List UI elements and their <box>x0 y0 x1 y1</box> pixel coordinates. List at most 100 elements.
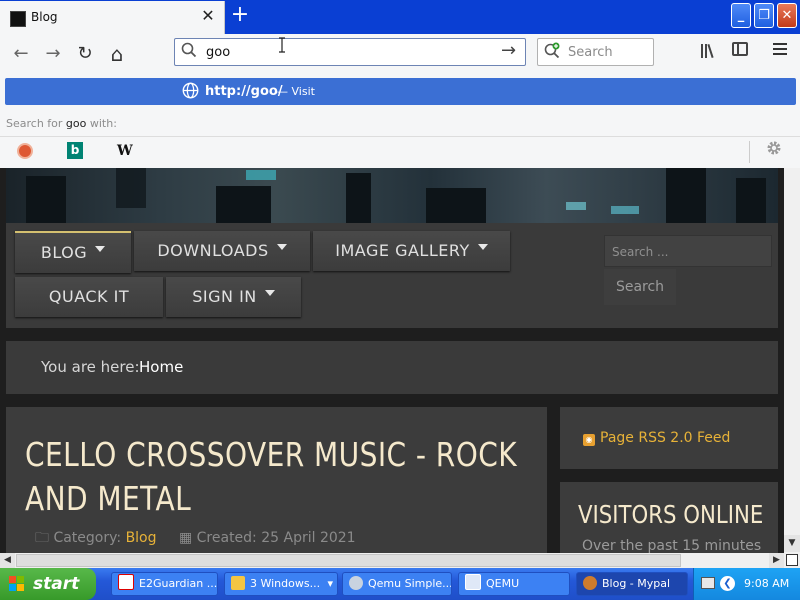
rss-feed-link[interactable]: Page RSS 2.0 Feed <box>600 430 730 446</box>
menu-item-label: DOWNLOADS <box>157 241 269 260</box>
article-title[interactable]: CELLO CROSSOVER MUSIC - ROCK AND METAL <box>25 433 535 521</box>
close-window-button[interactable]: ✕ <box>777 3 797 28</box>
search-input[interactable]: Search <box>568 45 613 60</box>
scrollbar-corner <box>784 553 800 568</box>
header-banner-image <box>6 168 778 223</box>
breadcrumb: You are here: Home <box>6 341 778 394</box>
tab-strip: Blog ✕ + _ ❐ ✕ <box>0 0 800 35</box>
search-for-row: Search for goo with: <box>0 114 800 136</box>
visitors-module: VISITORS ONLINE Over the past 15 minutes <box>560 482 778 553</box>
search-for-suffix: with: <box>89 117 117 130</box>
suggestion-action: — Visit <box>277 85 315 98</box>
taskbar-item-qemu[interactable]: QEMU <box>458 572 570 596</box>
system-tray: ❮ 9:08 AM <box>693 568 800 600</box>
dropdown-caret-icon <box>95 246 106 252</box>
scroll-right-arrow-icon[interactable]: ▶ <box>769 553 784 568</box>
scroll-left-arrow-icon[interactable]: ◀ <box>0 553 15 568</box>
taskbar-item-blog-mypal[interactable]: Blog - Mypal <box>576 572 688 596</box>
menu-item-quack-it[interactable]: QUACK IT <box>15 277 163 317</box>
rss-module: ◉ Page RSS 2.0 Feed <box>560 407 778 469</box>
task-label: QEMU <box>486 577 520 590</box>
url-bar[interactable]: goo → <box>174 38 526 66</box>
menu-item-image-gallery[interactable]: IMAGE GALLERY <box>313 231 510 271</box>
mypal-icon <box>583 576 597 590</box>
suggestion-visit-label: Visit <box>291 85 315 98</box>
vertical-scrollbar[interactable]: ▼ <box>784 168 800 553</box>
search-for-term: goo <box>65 117 87 130</box>
wikipedia-icon[interactable]: W <box>117 143 133 159</box>
bing-icon[interactable]: b <box>67 142 83 159</box>
duckduckgo-icon[interactable] <box>17 143 33 159</box>
library-icon[interactable] <box>700 43 718 59</box>
menu-item-label: SIGN IN <box>192 287 257 306</box>
dropdown-caret-icon <box>264 290 275 296</box>
taskbar-item-e2guardian[interactable]: E2Guardian ... <box>111 572 218 596</box>
close-tab-icon[interactable]: ✕ <box>199 5 217 27</box>
search-for-prefix: Search for <box>6 117 63 130</box>
suggestion-url: http://goo/ <box>205 84 283 99</box>
task-label: E2Guardian ... <box>139 577 218 590</box>
hamburger-menu-icon[interactable] <box>772 41 788 57</box>
task-label: Qemu Simple... <box>368 577 452 590</box>
clock[interactable]: 9:08 AM <box>744 577 789 590</box>
menu-item-sign-in[interactable]: SIGN IN <box>166 277 301 317</box>
maximize-button[interactable]: ❐ <box>754 3 774 28</box>
search-engine-icon[interactable] <box>544 42 560 58</box>
home-icon[interactable]: ⌂ <box>104 42 130 66</box>
folder-icon: 🗀 <box>35 530 49 546</box>
windows-flag-icon <box>9 576 24 591</box>
scroll-thumb[interactable] <box>16 554 681 567</box>
gear-icon[interactable] <box>765 139 783 157</box>
visitors-subtitle: Over the past 15 minutes <box>582 538 762 553</box>
dropdown-caret-icon <box>276 244 287 250</box>
web-page: BLOG DOWNLOADS IMAGE GALLERY QUACK IT SI… <box>0 168 784 553</box>
search-bar[interactable]: Search <box>537 38 654 66</box>
article-card: CELLO CROSSOVER MUSIC - ROCK AND METAL 🗀… <box>6 407 547 553</box>
horizontal-scrollbar[interactable]: ◀ ▶ <box>0 553 784 568</box>
new-tab-button[interactable]: + <box>229 4 251 28</box>
divider <box>749 141 750 163</box>
minimize-button[interactable]: _ <box>731 3 751 28</box>
suggestion-dash: — <box>277 85 288 98</box>
text-cursor-icon <box>278 37 286 57</box>
breadcrumb-home-link[interactable]: Home <box>139 358 183 376</box>
window-icon <box>465 574 481 590</box>
search-icon <box>181 42 197 58</box>
rss-icon: ◉ <box>583 434 595 446</box>
menu-item-blog[interactable]: BLOG <box>15 231 131 273</box>
menu-item-downloads[interactable]: DOWNLOADS <box>134 231 310 271</box>
yandex-icon <box>118 574 134 590</box>
search-engine-row: b W <box>0 136 800 169</box>
taskbar-item-windows-group[interactable]: 3 Windows... ▾ <box>224 572 338 596</box>
qemu-icon <box>349 576 363 590</box>
start-label: start <box>33 574 80 594</box>
site-search-button[interactable]: Search <box>604 269 676 305</box>
taskbar-item-qemu-simple[interactable]: Qemu Simple... <box>342 572 452 596</box>
site-search-input[interactable]: Search ... <box>604 235 772 267</box>
category-label: Category: <box>53 530 122 546</box>
keyboard-icon[interactable] <box>701 577 715 589</box>
forward-icon[interactable]: → <box>40 42 66 66</box>
globe-icon <box>182 82 199 99</box>
category-link[interactable]: Blog <box>126 530 157 546</box>
url-input[interactable]: goo <box>206 45 230 60</box>
favicon-icon <box>10 11 26 27</box>
task-label: 3 Windows... <box>250 577 321 590</box>
sidebar-icon[interactable] <box>732 42 748 56</box>
start-button[interactable]: start <box>0 568 96 600</box>
tab-title: Blog <box>31 10 58 24</box>
scroll-down-arrow-icon[interactable]: ▼ <box>784 535 800 552</box>
menu-item-label: BLOG <box>40 243 88 262</box>
dropdown-caret-icon <box>477 244 488 250</box>
navigation-toolbar: ← → ↻ ⌂ goo → Search <box>0 34 800 74</box>
tab-blog[interactable]: Blog ✕ <box>0 1 225 35</box>
breadcrumb-label: You are here: <box>41 358 140 376</box>
created-date: Created: 25 April 2021 <box>196 530 356 546</box>
go-arrow-icon[interactable]: → <box>501 40 516 61</box>
task-label: Blog - Mypal <box>602 577 671 590</box>
reload-icon[interactable]: ↻ <box>72 42 98 66</box>
menu-item-label: QUACK IT <box>48 287 130 306</box>
back-icon[interactable]: ← <box>8 42 34 66</box>
url-suggestion-row[interactable]: http://goo/ — Visit <box>5 78 796 105</box>
back-arrow-circle-icon[interactable]: ❮ <box>720 576 735 591</box>
